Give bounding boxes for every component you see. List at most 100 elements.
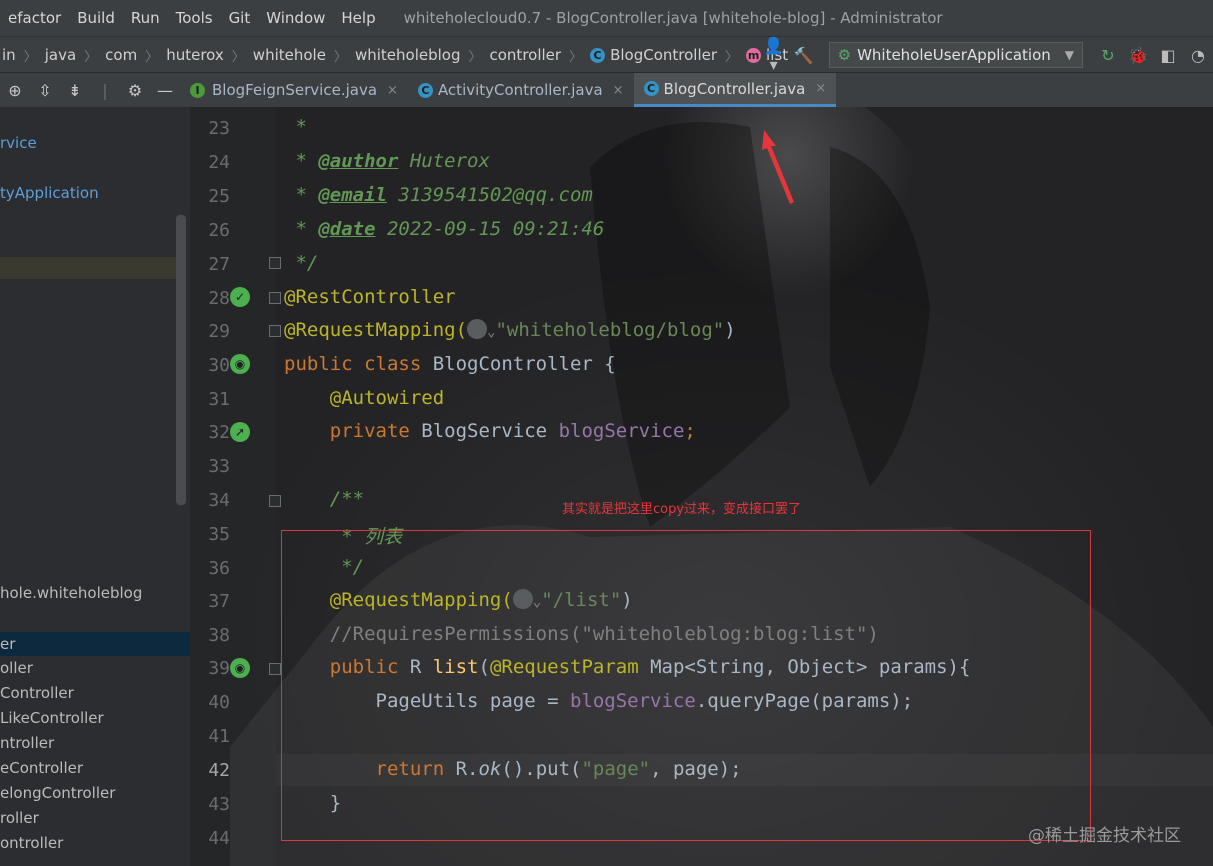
spring-bean-icon[interactable]: ◉ [230,354,250,374]
spring-boot-icon: ⚙ [837,46,852,64]
chevron-right-icon: 〉 [333,49,347,65]
sidebar-scrollbar[interactable] [176,215,186,505]
close-icon[interactable]: × [613,83,624,98]
tab-blogfeignservice[interactable]: I BlogFeignService.java × [180,73,408,107]
project-sidebar: rvice tyApplication hole.whiteholeblog e… [0,107,190,866]
line-number: 43 [208,794,230,815]
sidebar-item[interactable]: Controller [0,684,74,702]
expand-all-icon[interactable]: ⇳ [30,81,60,100]
line-number: 33 [208,456,230,477]
line-number: 38 [208,625,230,646]
menu-help[interactable]: Help [333,9,383,27]
class-icon: C [590,47,606,63]
spring-bean-icon[interactable]: ✓ [230,287,250,307]
class-icon: C [643,81,659,96]
build-hammer-icon[interactable]: 🔨 [792,46,816,65]
sidebar-highlight [0,257,176,279]
fold-marker-icon[interactable] [269,495,281,507]
chevron-right-icon: 〉 [23,49,37,65]
close-icon[interactable]: × [387,83,398,98]
line-number: 44 [208,828,230,849]
line-number: 39 [208,658,230,679]
endpoint-icon[interactable]: ◉ [230,658,250,678]
code-line-26: * @date 2022-09-15 09:21:46 [284,218,604,240]
editor-tab-bar: ⊕ ⇳ ⇟ | ⚙ — I BlogFeignService.java × C … [0,72,1213,108]
breadcrumb-class-label: BlogController [610,46,718,64]
menu-git[interactable]: Git [221,9,259,27]
line-number: 32 [208,422,230,443]
code-line-23: * [284,116,306,138]
tab-activitycontroller[interactable]: C ActivityController.java × [408,73,634,107]
class-name: BlogController { [432,353,616,375]
profiler-icon[interactable]: ◔ [1186,46,1210,65]
menu-build[interactable]: Build [69,9,123,27]
menu-run[interactable]: Run [123,9,168,27]
code-line-29: @RequestMapping(⌄"whiteholeblog/blog") [284,319,736,341]
menu-window[interactable]: Window [258,9,333,27]
crosshair-icon[interactable]: ⊕ [0,81,30,100]
nav-toolbar: 👤▾ 🔨 ⚙ WhiteholeUserApplication ▼ ↻ 🐞 ◧ … [759,36,1213,74]
coverage-icon[interactable]: ◧ [1156,46,1180,65]
tab-label: ActivityController.java [437,81,603,99]
line-number: 34 [208,490,230,511]
run-configuration-label: WhiteholeUserApplication [857,46,1051,64]
sidebar-item[interactable]: roller [0,809,39,827]
sidebar-item[interactable]: rvice [0,134,37,152]
sidebar-item[interactable]: eController [0,759,83,777]
doc-tag: @email [318,184,387,206]
sidebar-item[interactable]: LikeController [0,709,104,727]
close-icon[interactable]: × [815,81,826,96]
breadcrumb-item[interactable]: in [0,46,18,64]
doc-comment: */ [284,252,319,274]
sidebar-item[interactable]: hole.whiteholeblog [0,584,142,602]
doc-tag: @date [318,218,376,240]
breadcrumb-item[interactable]: controller [488,46,564,64]
fold-marker-icon[interactable] [269,663,281,675]
annotation: @Autowired [284,387,445,409]
chevron-right-icon: 〉 [569,49,583,65]
breadcrumb-item[interactable]: whiteholeblog [353,46,463,64]
code-line-25: * @email 3139541502@qq.com [284,184,593,206]
tab-blogcontroller[interactable]: C BlogController.java × [633,73,837,107]
sidebar-item[interactable]: oller [0,659,33,677]
code-punct: ) [724,319,736,341]
annotation: @RestController [284,286,456,308]
doc-comment: /** [284,488,365,510]
menu-tools[interactable]: Tools [168,9,221,27]
minimize-icon[interactable]: — [150,81,180,100]
doc-value: 3139541502@qq.com [386,184,593,206]
sidebar-item[interactable]: elongController [0,784,115,802]
breadcrumb-item[interactable]: whitehole [251,46,328,64]
gear-icon[interactable]: ⚙ [120,81,150,100]
code-line-27: */ [284,252,318,274]
divider: | [102,80,108,100]
globe-icon[interactable] [467,319,488,339]
collapse-all-icon[interactable]: ⇟ [60,81,90,100]
autowired-navigate-icon[interactable]: ➚ [230,422,250,442]
navigation-bar: in 〉 java 〉 com 〉 huterox 〉 whitehole 〉 white… [0,36,1213,74]
fold-marker-icon[interactable] [269,325,281,337]
line-number: 26 [208,220,230,241]
sidebar-item[interactable]: ntroller [0,734,54,752]
line-number: 28 [208,288,230,309]
rerun-icon[interactable]: ↻ [1096,46,1120,65]
sidebar-item[interactable]: ontroller [0,834,63,852]
line-number: 36 [208,558,230,579]
sidebar-item-selected[interactable]: er [0,632,190,656]
doc-tag: @author [318,150,399,172]
annotation: @RequestMapping( [284,319,468,341]
breadcrumb-item[interactable]: com [103,46,139,64]
run-configuration-select[interactable]: ⚙ WhiteholeUserApplication ▼ [828,42,1083,68]
line-number: 25 [208,186,230,207]
debug-icon[interactable]: 🐞 [1126,46,1150,65]
window-title: whiteholecloud0.7 - BlogController.java … [403,9,943,27]
breadcrumb-item[interactable]: huterox [164,46,226,64]
sidebar-item[interactable]: tyApplication [0,184,99,202]
menu-refactor[interactable]: efactor [0,9,69,27]
breadcrumb-class[interactable]: C BlogController [588,46,719,64]
fold-marker-icon[interactable] [269,257,281,269]
line-number: 30 [208,355,230,376]
user-icon[interactable]: 👤▾ [762,36,786,74]
fold-marker-icon[interactable] [269,292,281,304]
breadcrumb-item[interactable]: java [43,46,78,64]
